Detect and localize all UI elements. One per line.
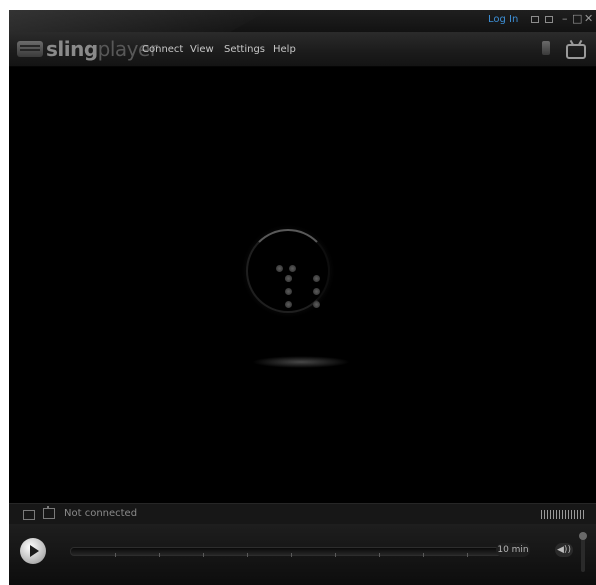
menu-bar: slingplayer Connect View Settings Help: [9, 32, 596, 67]
menu-help[interactable]: Help: [273, 44, 296, 55]
logo-text-sling: sling: [46, 37, 98, 61]
timeline-tick: [203, 553, 204, 557]
volume-icon[interactable]: ◀)): [555, 543, 573, 557]
login-link[interactable]: Log In: [488, 14, 518, 25]
title-bar[interactable]: Log In – □ ✕: [9, 10, 596, 32]
screen-icon[interactable]: [23, 510, 35, 520]
timeline-tick: [115, 553, 116, 557]
timeline-tick: [423, 553, 424, 557]
spinner-dot: [285, 275, 292, 282]
spinner-dot: [285, 288, 292, 295]
status-bar: Not connected: [9, 503, 596, 524]
play-button[interactable]: [20, 538, 46, 564]
menu-view[interactable]: View: [190, 44, 214, 55]
full-view-icon[interactable]: [545, 16, 553, 23]
tv-icon[interactable]: [566, 44, 586, 59]
maximize-button[interactable]: □: [572, 13, 582, 25]
timeline-track[interactable]: [70, 547, 506, 557]
minimize-button[interactable]: –: [562, 13, 568, 25]
spinner-dot: [313, 301, 320, 308]
time-window-label[interactable]: 10 min: [496, 543, 530, 557]
slingplayer-window: Log In – □ ✕ slingplayer Connect View Se…: [9, 10, 596, 585]
spinner-dot: [313, 275, 320, 282]
video-area[interactable]: [9, 67, 596, 503]
app-logo: slingplayer: [46, 38, 158, 60]
volume-slider[interactable]: [579, 532, 587, 572]
device-icon[interactable]: [43, 506, 55, 519]
slingplayer-logo-icon: [17, 41, 43, 57]
timeline-tick: [467, 553, 468, 557]
spinner-dot: [313, 288, 320, 295]
volume-knob[interactable]: [579, 532, 587, 540]
connection-status: Not connected: [64, 508, 138, 519]
remote-icon[interactable]: [542, 41, 550, 55]
spinner-dot: [285, 301, 292, 308]
spinner-dot: [289, 265, 296, 272]
timeline-tick: [379, 553, 380, 557]
spinner-dot: [276, 265, 283, 272]
timeline-tick: [247, 553, 248, 557]
compact-view-icon[interactable]: [531, 16, 539, 23]
spinner-reflection: [252, 356, 350, 368]
menu-connect[interactable]: Connect: [142, 44, 183, 55]
signal-strength-icon: [541, 510, 585, 519]
close-button[interactable]: ✕: [584, 13, 593, 25]
timeline-tick: [291, 553, 292, 557]
menu-settings[interactable]: Settings: [224, 44, 265, 55]
timeline-tick: [159, 553, 160, 557]
playback-controls: 10 min ◀)): [9, 524, 596, 585]
timeline-tick: [335, 553, 336, 557]
title-bar-glow: [9, 10, 269, 32]
